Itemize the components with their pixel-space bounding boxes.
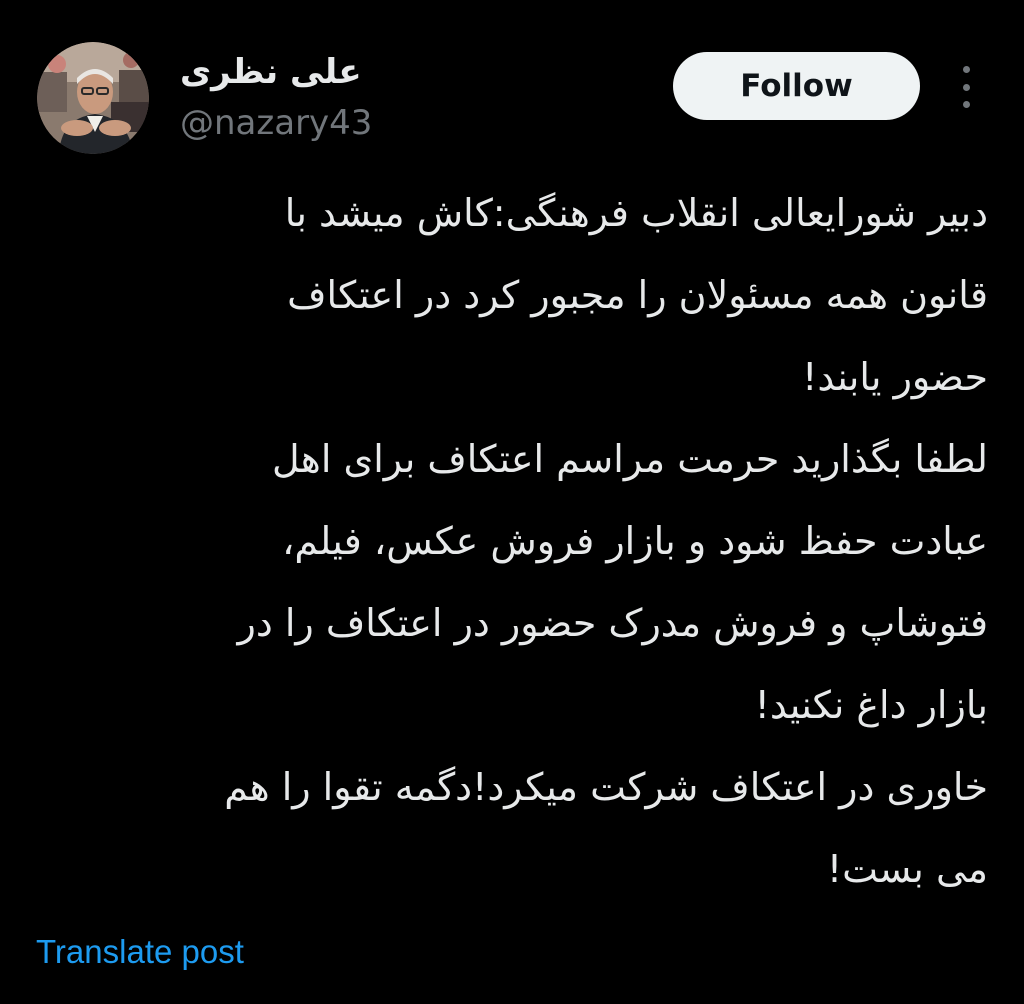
tweet-line: قانون همه مسئولان را مجبور کرد در اعتکاف (287, 273, 988, 317)
follow-button[interactable]: Follow (673, 52, 920, 120)
tweet-line: دبیر شورایعالی انقلاب فرهنگی:کاش میشد با (284, 191, 988, 235)
tweet-line: می بست! (826, 847, 988, 891)
more-dot (962, 101, 970, 108)
tweet-text: دبیر شورایعالی انقلاب فرهنگی:کاش میشد با… (30, 172, 988, 910)
author-display-name[interactable]: علی نظری (180, 44, 362, 100)
tweet-line: بازار داغ نکنید! (754, 683, 988, 727)
tweet-line: عبادت حفظ شود و بازار فروش عکس، فیلم، (282, 519, 988, 563)
avatar-photo (37, 42, 149, 154)
tweet-line: لطفا بگذارید حرمت مراسم اعتکاف برای اهل (272, 437, 988, 481)
author-handle[interactable]: @nazary43 (180, 100, 372, 146)
more-dots-vertical-icon[interactable] (954, 66, 978, 108)
tweet-line: خاوری در اعتکاف شرکت میکرد!دگمه تقوا را … (224, 765, 988, 809)
translate-post-link[interactable]: Translate post (36, 930, 244, 974)
tweet-line: فتوشاپ و فروش مدرک حضور در اعتکاف را در (237, 601, 989, 645)
more-dot (962, 83, 970, 91)
tweet-line: حضور یابند! (802, 355, 988, 399)
more-dot (962, 66, 970, 73)
avatar[interactable] (37, 42, 149, 154)
